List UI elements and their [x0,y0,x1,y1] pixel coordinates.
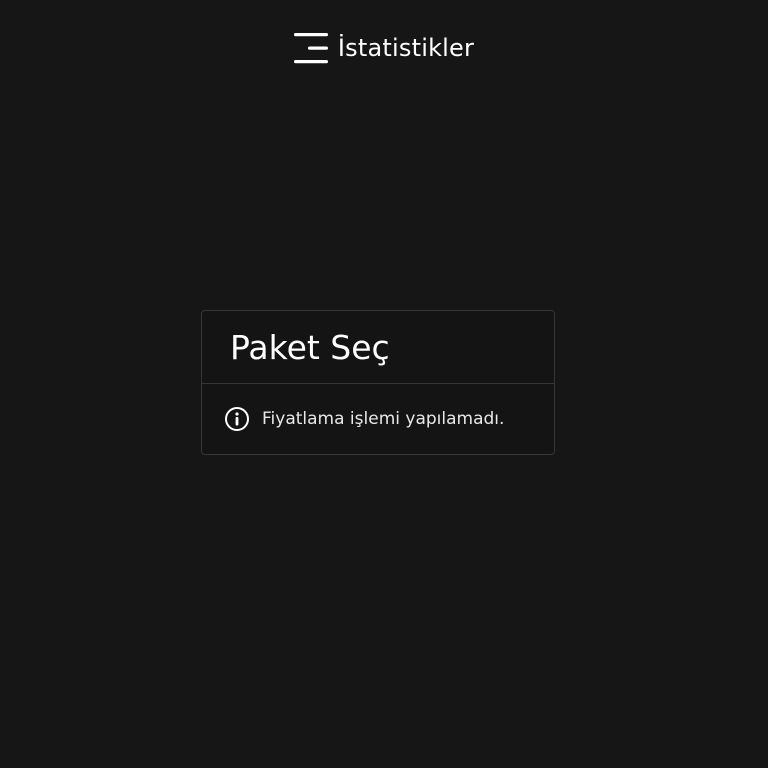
app-logo[interactable]: İstatistikler [293,30,475,66]
pricing-error-message: Fiyatlama işlemi yapılamadı. [202,384,554,454]
package-select-card: Paket Seç Fiyatlama işlemi yapılamadı. [201,310,555,455]
info-circle-icon [225,407,249,431]
message-text: Fiyatlama işlemi yapılamadı. [262,408,505,429]
card-title: Paket Seç [230,327,390,367]
card-header: Paket Seç [202,311,554,384]
page: İstatistikler Paket Seç Fiyatlama işlemi… [0,0,768,768]
app-title: İstatistikler [337,34,475,62]
app-header: İstatistikler [0,28,768,68]
menu-lines-logo-icon [293,33,328,64]
